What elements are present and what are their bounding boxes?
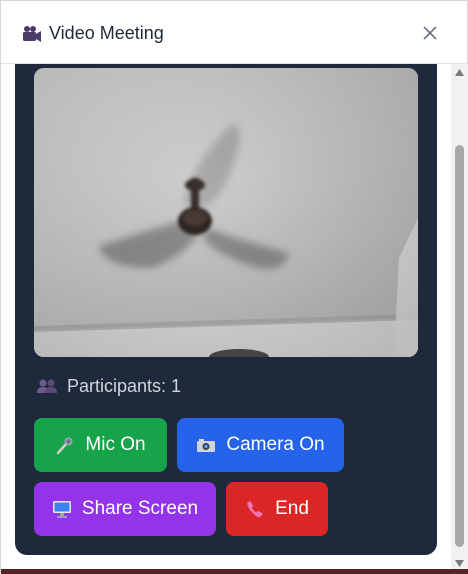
end-call-button[interactable]: End xyxy=(226,482,328,536)
monitor-icon xyxy=(52,501,71,518)
share-screen-button[interactable]: Share Screen xyxy=(34,482,216,536)
scroll-up-arrow-icon[interactable] xyxy=(454,68,465,77)
scrollbar-thumb[interactable] xyxy=(455,145,464,547)
camera-feed-image xyxy=(34,68,418,357)
microphone-icon xyxy=(57,437,73,455)
participants-label: Participants: 1 xyxy=(67,376,182,396)
phone-icon xyxy=(247,501,263,517)
share-button-label: Share Screen xyxy=(81,498,199,519)
meeting-window: Video Meeting Participants: 1 Mic On Cam… xyxy=(0,0,468,574)
video-camera-icon xyxy=(23,26,41,42)
video-feed xyxy=(34,68,418,357)
meeting-header: Video Meeting xyxy=(1,1,467,64)
mic-button-label: Mic On xyxy=(85,434,146,455)
people-icon xyxy=(37,379,57,393)
participants-count: Participants: 1 xyxy=(36,375,181,397)
camera-button-label: Camera On xyxy=(226,434,325,455)
vertical-scrollbar[interactable] xyxy=(451,64,468,572)
end-button-label: End xyxy=(275,498,309,519)
camera-toggle-button[interactable]: Camera On xyxy=(177,418,344,472)
scroll-down-arrow-icon[interactable] xyxy=(454,559,465,568)
close-icon[interactable] xyxy=(419,22,441,44)
camera-icon xyxy=(197,439,216,452)
meeting-panel: Participants: 1 Mic On Camera On Share S… xyxy=(15,64,437,555)
mic-toggle-button[interactable]: Mic On xyxy=(34,418,167,472)
meeting-title: Video Meeting xyxy=(49,23,164,43)
bottom-edge xyxy=(1,569,468,574)
